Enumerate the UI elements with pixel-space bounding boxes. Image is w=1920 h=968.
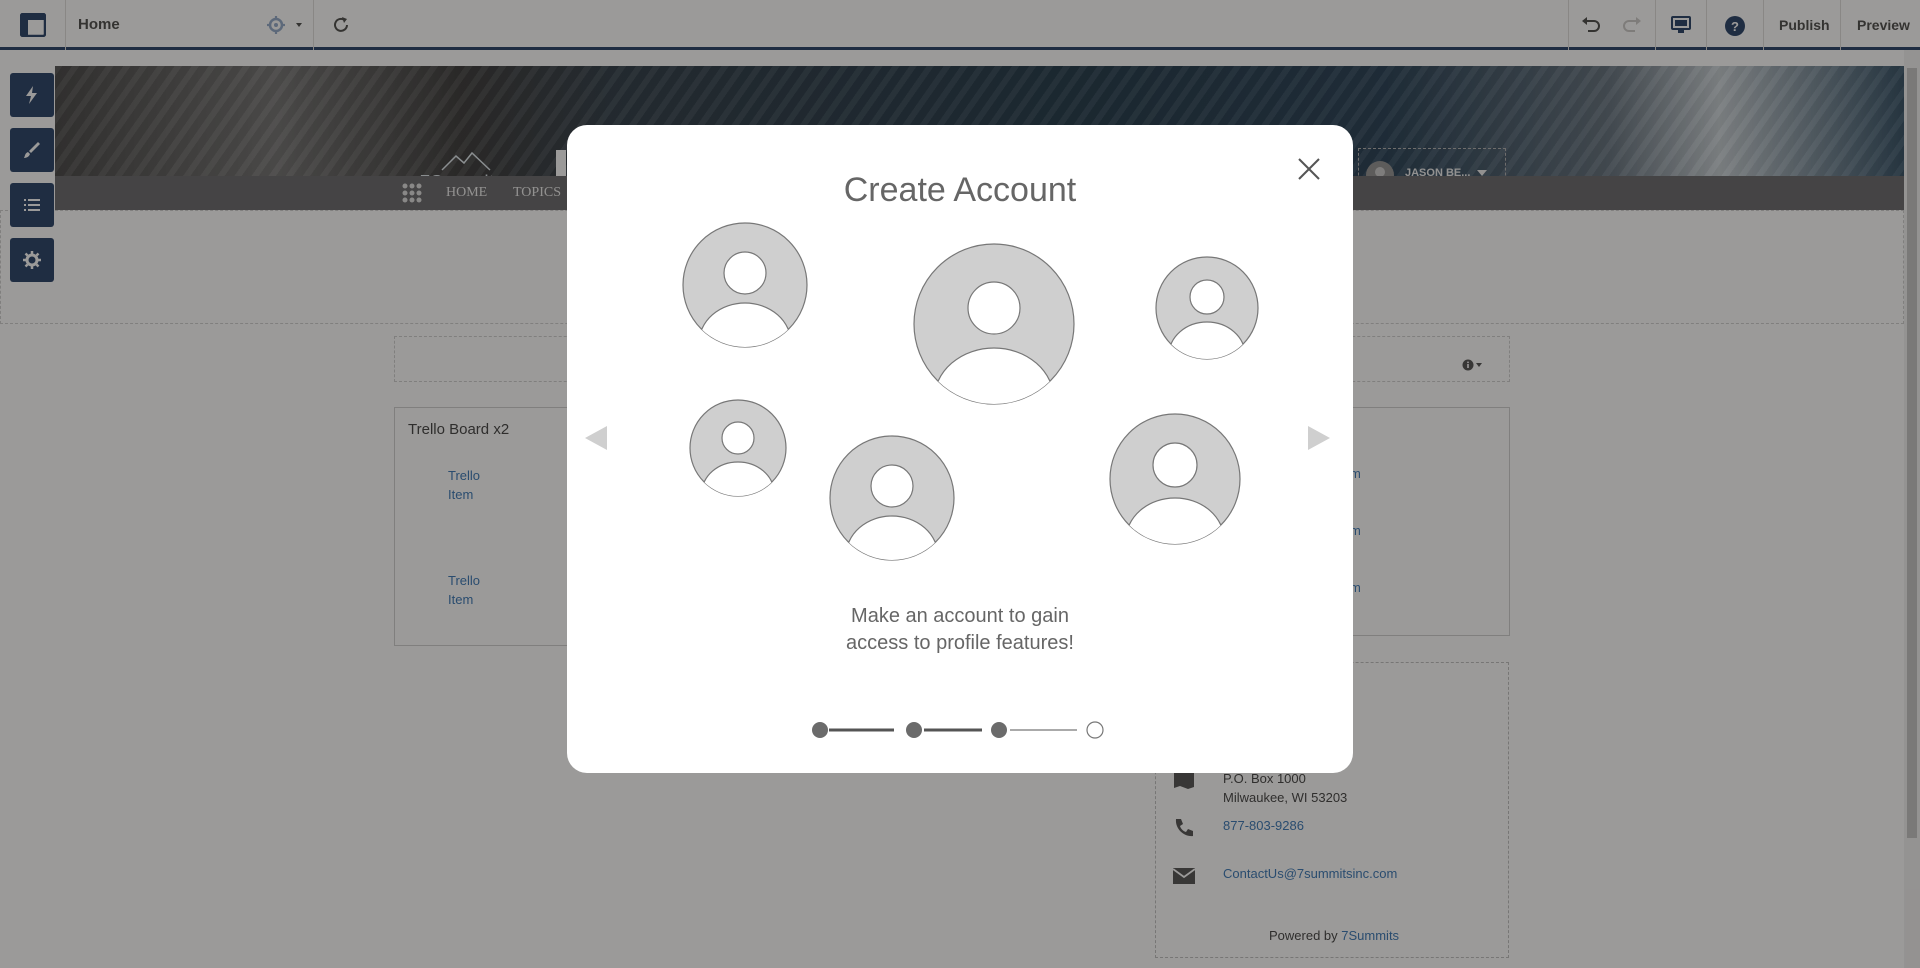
step-4-dot <box>1086 721 1104 739</box>
profile-avatar-icon <box>913 243 1075 405</box>
modal-message-line-1: Make an account to gain <box>851 605 1069 627</box>
step-3-dot <box>991 722 1007 738</box>
profile-avatar-icon <box>829 435 955 561</box>
step-progress-indicator <box>812 721 1104 739</box>
profile-avatar-icon <box>682 222 808 348</box>
modal-message-line-2: access to profile features! <box>846 632 1074 654</box>
close-icon[interactable] <box>1297 157 1321 181</box>
create-account-modal: Create Account Make an account to gain a… <box>567 125 1353 773</box>
previous-arrow-icon[interactable] <box>584 425 608 451</box>
next-arrow-icon[interactable] <box>1307 425 1331 451</box>
step-1-dot <box>812 722 828 738</box>
modal-message: Make an account to gain access to profil… <box>567 603 1353 657</box>
step-2-dot <box>906 722 922 738</box>
profile-avatar-icon <box>689 399 787 497</box>
profile-avatar-icon <box>1109 413 1241 545</box>
profile-avatar-icon <box>1155 256 1259 360</box>
modal-title: Create Account <box>843 171 1077 209</box>
